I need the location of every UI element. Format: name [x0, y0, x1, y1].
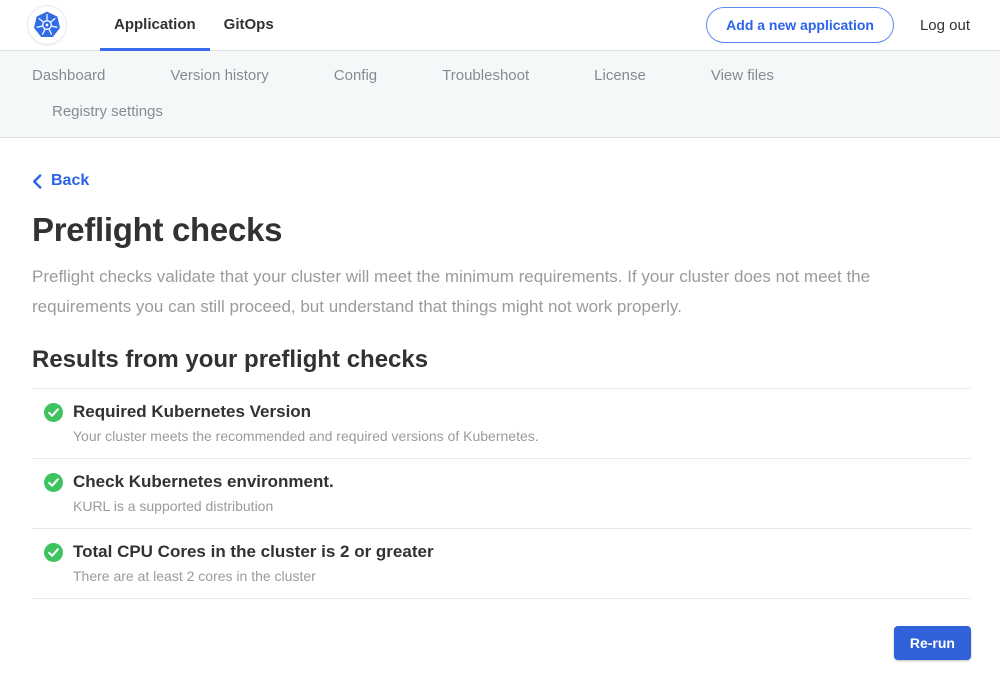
kubernetes-logo [28, 6, 66, 44]
tab-application-label: Application [114, 16, 196, 33]
subnav-item-registry-settings[interactable]: Registry settings [42, 95, 173, 128]
check-description: KURL is a supported distribution [73, 498, 334, 514]
tab-gitops-label: GitOps [224, 16, 274, 33]
back-link[interactable]: Back [32, 172, 89, 190]
check-text: Check Kubernetes environment. KURL is a … [73, 472, 334, 514]
check-text: Required Kubernetes Version Your cluster… [73, 402, 539, 444]
results-heading: Results from your preflight checks [32, 346, 971, 374]
check-title: Check Kubernetes environment. [73, 472, 334, 492]
tab-gitops[interactable]: GitOps [210, 0, 288, 51]
subnav-item-view-files[interactable]: View files [701, 59, 784, 92]
tab-application[interactable]: Application [100, 0, 210, 51]
back-link-label: Back [51, 172, 89, 190]
preflight-page: Back Preflight checks Preflight checks v… [0, 138, 1000, 676]
check-description: There are at least 2 cores in the cluste… [73, 568, 434, 584]
chevron-left-icon [32, 174, 42, 189]
check-item: Required Kubernetes Version Your cluster… [32, 389, 971, 459]
preflight-results-list: Required Kubernetes Version Your cluster… [32, 388, 971, 599]
logout-link[interactable]: Log out [920, 17, 970, 34]
subnav-row-2: Registry settings [22, 93, 978, 129]
add-new-application-button[interactable]: Add a new application [706, 7, 894, 43]
page-title: Preflight checks [32, 211, 971, 249]
primary-tabs: Application GitOps [100, 0, 288, 50]
subnav-item-config[interactable]: Config [324, 59, 387, 92]
check-title: Required Kubernetes Version [73, 402, 539, 422]
rerun-button[interactable]: Re-run [894, 626, 971, 660]
page-description: Preflight checks validate that your clus… [32, 262, 962, 322]
subnav-item-license[interactable]: License [584, 59, 656, 92]
subnav-item-troubleshoot[interactable]: Troubleshoot [432, 59, 539, 92]
app-subnav: Dashboard Version history Config Trouble… [0, 51, 1000, 138]
check-description: Your cluster meets the recommended and r… [73, 428, 539, 444]
top-navbar: Application GitOps Add a new application… [0, 0, 1000, 51]
subnav-item-dashboard[interactable]: Dashboard [22, 59, 115, 92]
navbar-right: Add a new application Log out [706, 0, 970, 50]
check-pass-icon [44, 473, 63, 492]
subnav-row-1: Dashboard Version history Config Trouble… [22, 57, 978, 93]
footer-actions: Re-run [32, 626, 971, 660]
subnav-item-version-history[interactable]: Version history [160, 59, 278, 92]
check-item: Total CPU Cores in the cluster is 2 or g… [32, 529, 971, 599]
kubernetes-helm-wheel-icon [32, 10, 62, 40]
check-item: Check Kubernetes environment. KURL is a … [32, 459, 971, 529]
check-text: Total CPU Cores in the cluster is 2 or g… [73, 542, 434, 584]
check-title: Total CPU Cores in the cluster is 2 or g… [73, 542, 434, 562]
check-pass-icon [44, 403, 63, 422]
check-pass-icon [44, 543, 63, 562]
